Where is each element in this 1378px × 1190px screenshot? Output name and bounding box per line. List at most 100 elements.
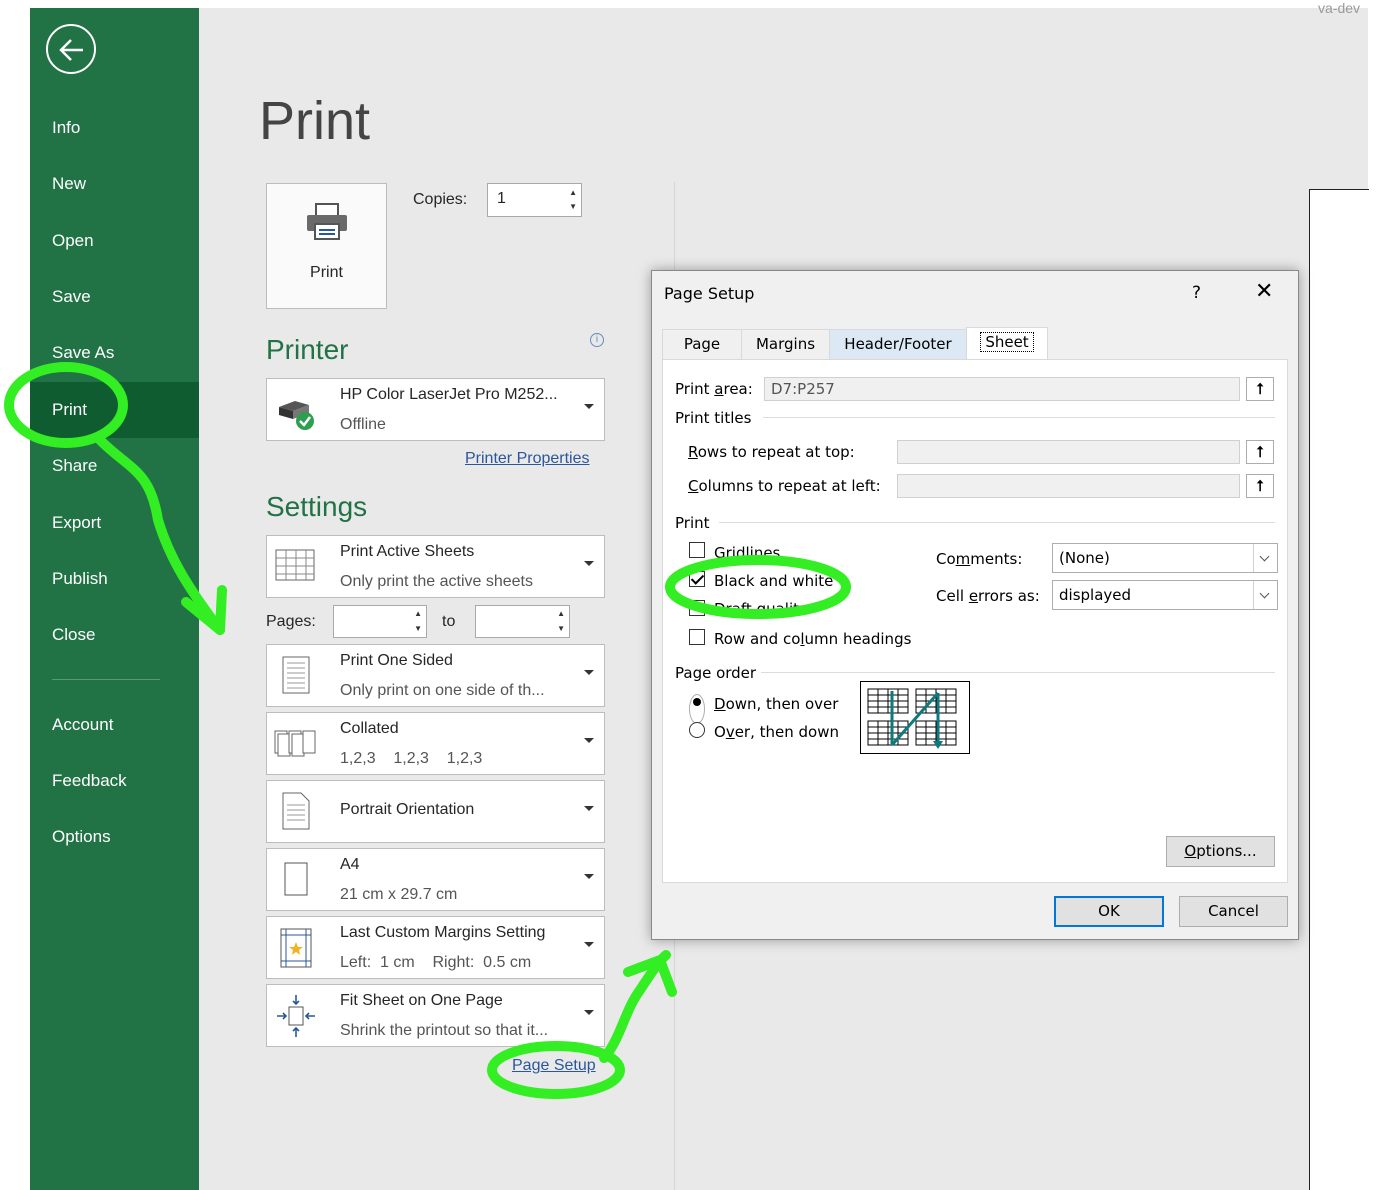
sided-title: Print One Sided bbox=[340, 652, 453, 669]
chevron-down-icon bbox=[1253, 581, 1277, 609]
dialog-title: Page Setup bbox=[664, 284, 755, 303]
scaling-dropdown[interactable]: Fit Sheet on One Page Shrink the printou… bbox=[266, 984, 605, 1047]
pages-from-down-icon[interactable]: ▼ bbox=[414, 625, 422, 633]
print-area-input[interactable]: D7:P257 bbox=[764, 377, 1240, 401]
close-icon[interactable]: ✕ bbox=[1255, 279, 1273, 304]
print-button-label: Print bbox=[310, 264, 343, 281]
nav-new[interactable]: New bbox=[30, 156, 199, 212]
nav-close[interactable]: Close bbox=[30, 607, 199, 663]
printer-icon bbox=[307, 203, 347, 240]
black-and-white-checkbox[interactable] bbox=[689, 571, 705, 587]
draft-quality-checkbox[interactable] bbox=[689, 600, 705, 616]
printer-properties-link[interactable]: Printer Properties bbox=[465, 450, 590, 468]
tab-page[interactable]: Page bbox=[662, 329, 742, 359]
print-preview bbox=[1309, 189, 1369, 1190]
pages-from-input[interactable]: ▲ ▼ bbox=[333, 605, 427, 638]
cell-errors-value: displayed bbox=[1059, 586, 1132, 604]
nav-account[interactable]: Account bbox=[30, 697, 199, 753]
nav-divider bbox=[52, 679, 160, 680]
comments-select[interactable]: (None) bbox=[1052, 543, 1278, 573]
nav-export[interactable]: Export bbox=[30, 495, 199, 551]
paper-size-icon bbox=[284, 862, 308, 896]
print-what-title: Print Active Sheets bbox=[340, 543, 475, 560]
sided-sub: Only print on one side of th... bbox=[340, 682, 545, 699]
tab-margins[interactable]: Margins bbox=[741, 329, 830, 359]
chevron-down-icon bbox=[584, 738, 594, 743]
back-button[interactable] bbox=[46, 24, 96, 74]
margins-sub: Left: 1 cm Right: 0.5 cm bbox=[340, 954, 532, 971]
down-then-over-radio[interactable] bbox=[689, 694, 705, 724]
printer-dropdown[interactable]: HP Color LaserJet Pro M252... Offline bbox=[266, 378, 605, 441]
orientation-title: Portrait Orientation bbox=[340, 801, 475, 818]
pages-to-down-icon[interactable]: ▼ bbox=[557, 625, 565, 633]
chevron-down-icon bbox=[584, 874, 594, 879]
chevron-down-icon bbox=[584, 670, 594, 675]
group-divider bbox=[761, 672, 1275, 673]
tab-sheet-label: Sheet bbox=[980, 332, 1034, 352]
options-button[interactable]: Options... bbox=[1166, 836, 1275, 867]
tab-sheet[interactable]: Sheet bbox=[966, 327, 1048, 360]
chevron-down-icon bbox=[584, 561, 594, 566]
nav-save[interactable]: Save bbox=[30, 269, 199, 325]
group-divider bbox=[719, 522, 1275, 523]
margins-dropdown[interactable]: Last Custom Margins Setting Left: 1 cm R… bbox=[266, 916, 605, 979]
cell-errors-select[interactable]: displayed bbox=[1052, 580, 1278, 610]
printer-offline-icon bbox=[279, 401, 314, 430]
sided-dropdown[interactable]: Print One Sided Only print on one side o… bbox=[266, 644, 605, 707]
nav-info[interactable]: Info bbox=[30, 100, 199, 156]
gridlines-checkbox[interactable] bbox=[689, 542, 705, 558]
pages-to-label: to bbox=[442, 613, 456, 630]
gridlines-label: Gridlines bbox=[714, 544, 781, 562]
down-then-over-label: Down, then over bbox=[714, 695, 839, 713]
pages-to-up-icon[interactable]: ▲ bbox=[557, 610, 565, 618]
nav-open[interactable]: Open bbox=[30, 213, 199, 269]
page-order-preview-icon bbox=[860, 681, 970, 754]
orientation-dropdown[interactable]: Portrait Orientation bbox=[266, 780, 605, 843]
collapse-dialog-icon[interactable]: ⭡ bbox=[1246, 474, 1274, 498]
group-divider bbox=[763, 417, 1275, 418]
nav-print[interactable]: Print bbox=[30, 382, 199, 438]
margins-icon bbox=[280, 928, 312, 968]
paper-size-dropdown[interactable]: A4 21 cm x 29.7 cm bbox=[266, 848, 605, 911]
row-column-headings-checkbox[interactable] bbox=[689, 629, 705, 645]
collation-dropdown[interactable]: Collated 1,2,3 1,2,3 1,2,3 bbox=[266, 712, 605, 775]
page-setup-link[interactable]: Page Setup bbox=[512, 1057, 596, 1075]
ok-button[interactable]: OK bbox=[1054, 896, 1164, 927]
print-button[interactable]: Print bbox=[266, 183, 387, 309]
draft-quality-label: Draft quality bbox=[714, 600, 808, 610]
sheet-grid-icon bbox=[275, 549, 315, 581]
copies-input[interactable]: 1 ▲ ▼ bbox=[487, 183, 582, 217]
info-icon[interactable]: i bbox=[590, 333, 604, 347]
nav-publish[interactable]: Publish bbox=[30, 551, 199, 607]
help-button[interactable]: ? bbox=[1192, 283, 1201, 303]
page-title: Print bbox=[259, 91, 371, 151]
rows-repeat-input[interactable] bbox=[897, 440, 1240, 464]
nav-options[interactable]: Options bbox=[30, 809, 199, 865]
collapse-dialog-icon[interactable]: ⭡ bbox=[1246, 377, 1274, 401]
pages-to-input[interactable]: ▲ ▼ bbox=[475, 605, 570, 638]
over-then-down-radio[interactable] bbox=[689, 722, 705, 738]
cell-errors-label: Cell errors as: bbox=[936, 587, 1040, 605]
row-column-headings-label: Row and column headings bbox=[714, 630, 912, 648]
nav-share[interactable]: Share bbox=[30, 438, 199, 494]
collapse-dialog-icon[interactable]: ⭡ bbox=[1246, 440, 1274, 464]
scaling-title: Fit Sheet on One Page bbox=[340, 992, 503, 1009]
nav-feedback[interactable]: Feedback bbox=[30, 753, 199, 809]
one-sided-page-icon bbox=[282, 656, 310, 694]
copies-down-icon[interactable]: ▼ bbox=[569, 203, 577, 211]
page-order-group: Page order bbox=[675, 664, 757, 682]
scaling-sub: Shrink the printout so that it... bbox=[340, 1022, 549, 1039]
paper-size-sub: 21 cm x 29.7 cm bbox=[340, 886, 458, 903]
fit-to-page-icon bbox=[277, 995, 315, 1037]
copies-up-icon[interactable]: ▲ bbox=[569, 189, 577, 197]
print-what-dropdown[interactable]: Print Active Sheets Only print the activ… bbox=[266, 535, 605, 598]
settings-heading: Settings bbox=[266, 491, 368, 522]
pages-label: Pages: bbox=[266, 613, 316, 630]
columns-repeat-input[interactable] bbox=[897, 474, 1240, 498]
back-arrow-icon bbox=[59, 39, 83, 61]
pages-from-up-icon[interactable]: ▲ bbox=[414, 610, 422, 618]
cancel-button[interactable]: Cancel bbox=[1179, 896, 1288, 927]
tab-header-footer[interactable]: Header/Footer bbox=[829, 329, 967, 359]
paper-size-title: A4 bbox=[340, 856, 360, 873]
nav-save-as[interactable]: Save As bbox=[30, 325, 199, 381]
